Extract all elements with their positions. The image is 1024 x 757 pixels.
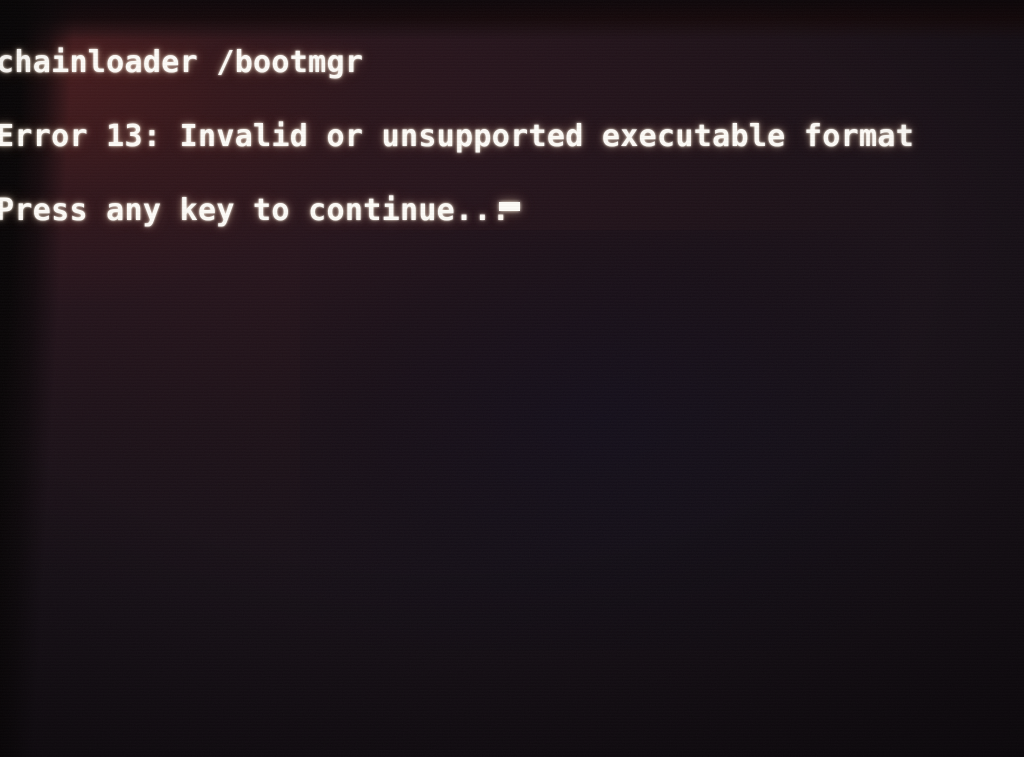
console-line-error: Error 13: Invalid or unsupported executa… (0, 119, 915, 154)
text-cursor (499, 202, 520, 211)
console-line-prompt: Press any key to continue... (0, 193, 511, 228)
console-line-command: chainloader /bootmgr (0, 45, 364, 80)
bootloader-error-screen: chainloader /bootmgr Error 13: Invalid o… (0, 0, 1024, 757)
console-text-block: chainloader /bootmgr Error 13: Invalid o… (0, 26, 1024, 248)
